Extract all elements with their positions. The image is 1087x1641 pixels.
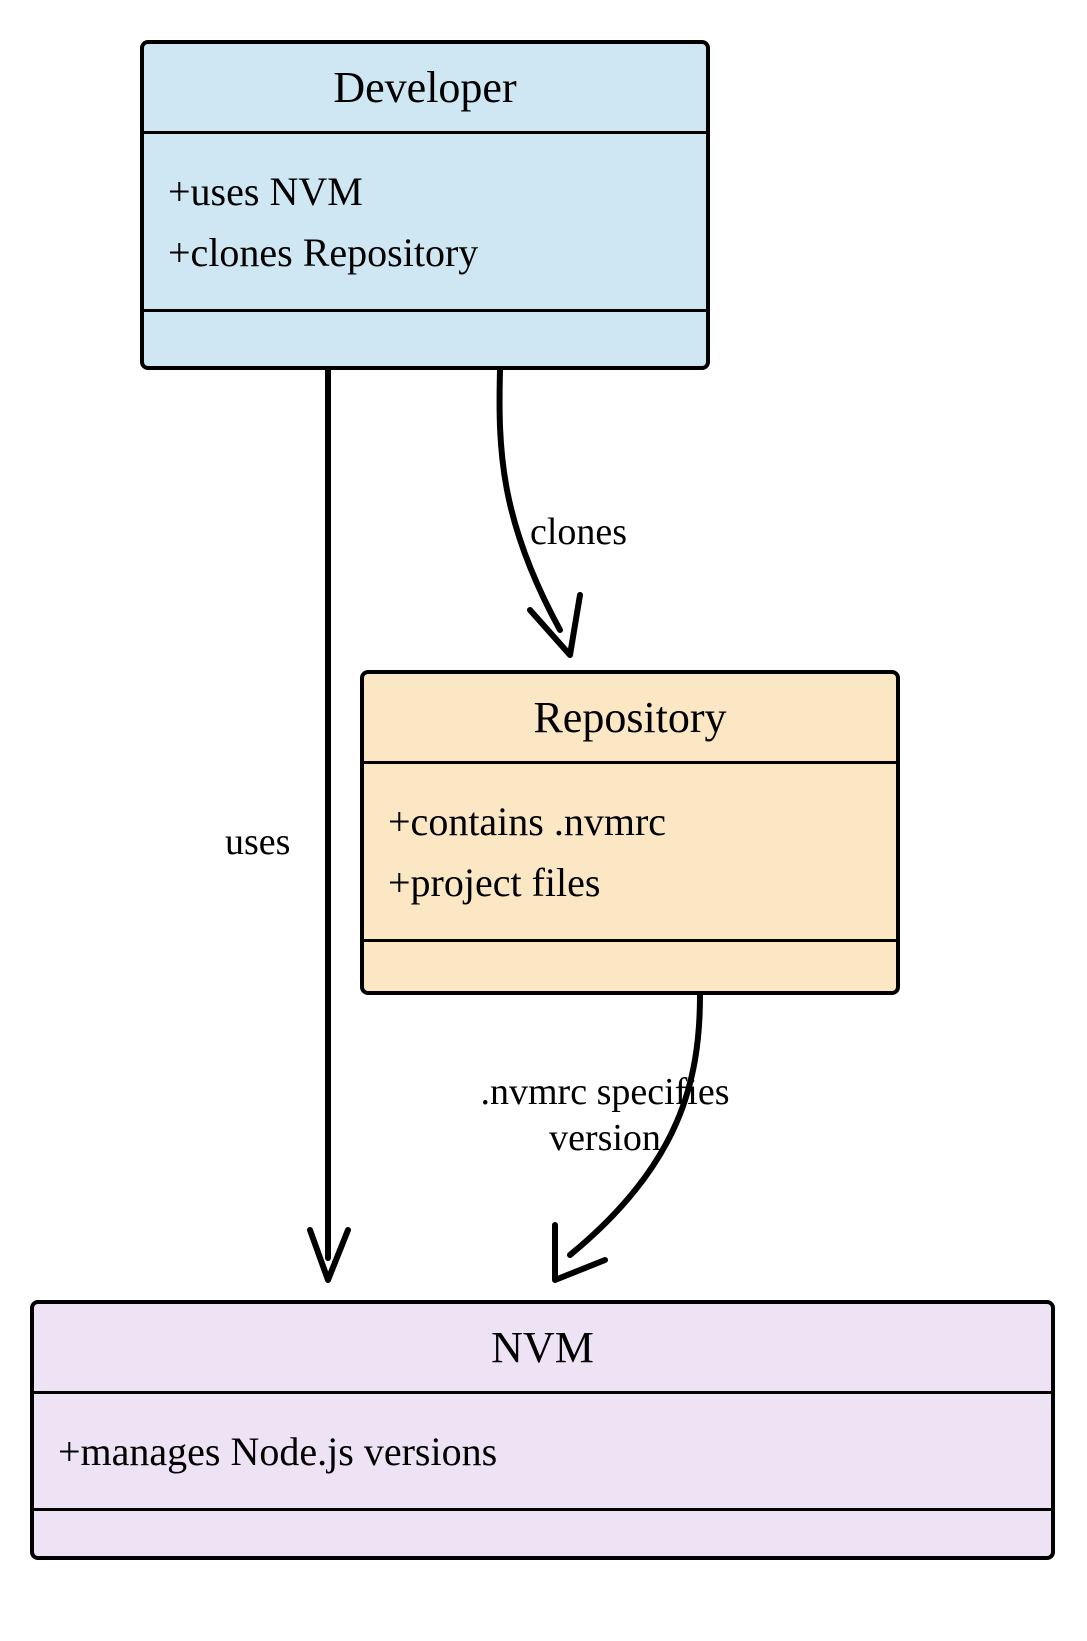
edge-uses — [310, 370, 348, 1280]
class-repository: Repository +contains .nvmrc +project fil… — [360, 670, 900, 995]
class-nvm-title: NVM — [34, 1304, 1051, 1394]
class-nvm-body: +manages Node.js versions — [34, 1394, 1051, 1519]
class-developer: Developer +uses NVM +clones Repository — [140, 40, 710, 370]
class-nvm-footer — [34, 1508, 1051, 1511]
class-repository-attr-1: +project files — [388, 859, 872, 906]
class-developer-attr-0: +uses NVM — [168, 168, 682, 215]
class-nvm-attr-0: +manages Node.js versions — [58, 1428, 1027, 1475]
class-repository-title: Repository — [364, 674, 896, 764]
edge-label-specifies-line2: version — [549, 1117, 661, 1159]
class-diagram: Developer +uses NVM +clones Repository R… — [0, 0, 1087, 1641]
edge-label-specifies-line1: .nvmrc specifies — [480, 1071, 729, 1113]
edge-label-clones: clones — [530, 510, 627, 556]
class-developer-footer — [144, 309, 706, 312]
class-developer-attr-1: +clones Repository — [168, 229, 682, 276]
class-repository-attr-0: +contains .nvmrc — [388, 798, 872, 845]
edge-label-uses: uses — [225, 820, 290, 866]
class-repository-body: +contains .nvmrc +project files — [364, 764, 896, 950]
class-developer-body: +uses NVM +clones Repository — [144, 134, 706, 320]
class-developer-title: Developer — [144, 44, 706, 134]
class-nvm: NVM +manages Node.js versions — [30, 1300, 1055, 1560]
edge-label-specifies: .nvmrc specifies version — [395, 1070, 815, 1161]
class-repository-footer — [364, 939, 896, 942]
